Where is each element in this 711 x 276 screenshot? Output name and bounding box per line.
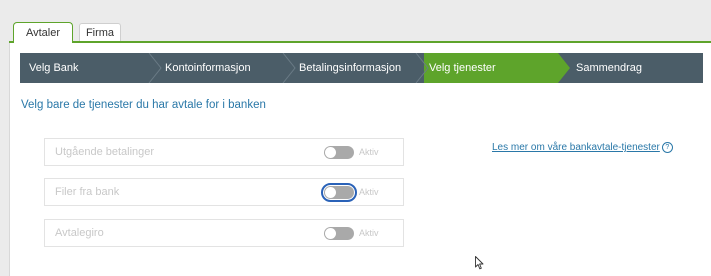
content-panel: Velg Bank Kontoinformasjon Betalingsinfo… xyxy=(9,43,711,276)
info-icon: ? xyxy=(661,142,673,153)
tab-bar: Avtaler Firma xyxy=(9,22,711,43)
app-frame: Avtaler Firma Velg Bank Kontoinformasjon… xyxy=(0,0,711,276)
mouse-pointer-icon xyxy=(475,256,484,270)
step-betalingsinformasjon[interactable]: Betalingsinformasjon xyxy=(290,53,424,83)
tab-avtaler-label: Avtaler xyxy=(25,27,61,39)
service-row-avtalegiro: Avtalegiro Aktiv xyxy=(44,219,404,247)
service-label: Utgående betalinger xyxy=(55,146,155,158)
wizard-steps: Velg Bank Kontoinformasjon Betalingsinfo… xyxy=(20,53,703,83)
service-row-utgaende-betalinger: Utgående betalinger Aktiv xyxy=(44,138,404,166)
tab-firma-label: Firma xyxy=(85,26,115,39)
service-toggle[interactable] xyxy=(324,227,354,240)
toggle-knob xyxy=(325,187,336,198)
step-label: Kontoinformasjon xyxy=(165,62,251,74)
service-status: Aktiv xyxy=(359,147,379,157)
tab-firma[interactable]: Firma xyxy=(79,23,121,41)
step-label: Betalingsinformasjon xyxy=(299,62,402,74)
read-more-label: Les mer om våre bankavtale-tjenester xyxy=(492,142,660,153)
toggle-knob xyxy=(325,147,336,158)
service-status: Aktiv xyxy=(359,228,379,238)
step-velg-tjenester[interactable]: Velg tjenester xyxy=(424,53,558,83)
toggle-knob xyxy=(325,228,336,239)
service-row-filer-fra-bank: Filer fra bank Aktiv xyxy=(44,178,404,206)
read-more-link[interactable]: Les mer om våre bankavtale-tjenester? xyxy=(492,142,673,153)
tab-avtaler[interactable]: Avtaler xyxy=(13,22,73,43)
step-label: Velg Bank xyxy=(29,62,79,74)
service-status: Aktiv xyxy=(359,187,379,197)
step-kontoinformasjon[interactable]: Kontoinformasjon xyxy=(156,53,290,83)
service-toggle[interactable] xyxy=(321,183,357,202)
service-label: Filer fra bank xyxy=(55,186,120,198)
step-velg-bank[interactable]: Velg Bank xyxy=(20,53,156,83)
service-label: Avtalegiro xyxy=(55,227,104,239)
instruction-text: Velg bare de tjenester du har avtale for… xyxy=(21,99,266,111)
step-sammendrag[interactable]: Sammendrag xyxy=(558,53,703,83)
service-toggle[interactable] xyxy=(324,146,354,159)
